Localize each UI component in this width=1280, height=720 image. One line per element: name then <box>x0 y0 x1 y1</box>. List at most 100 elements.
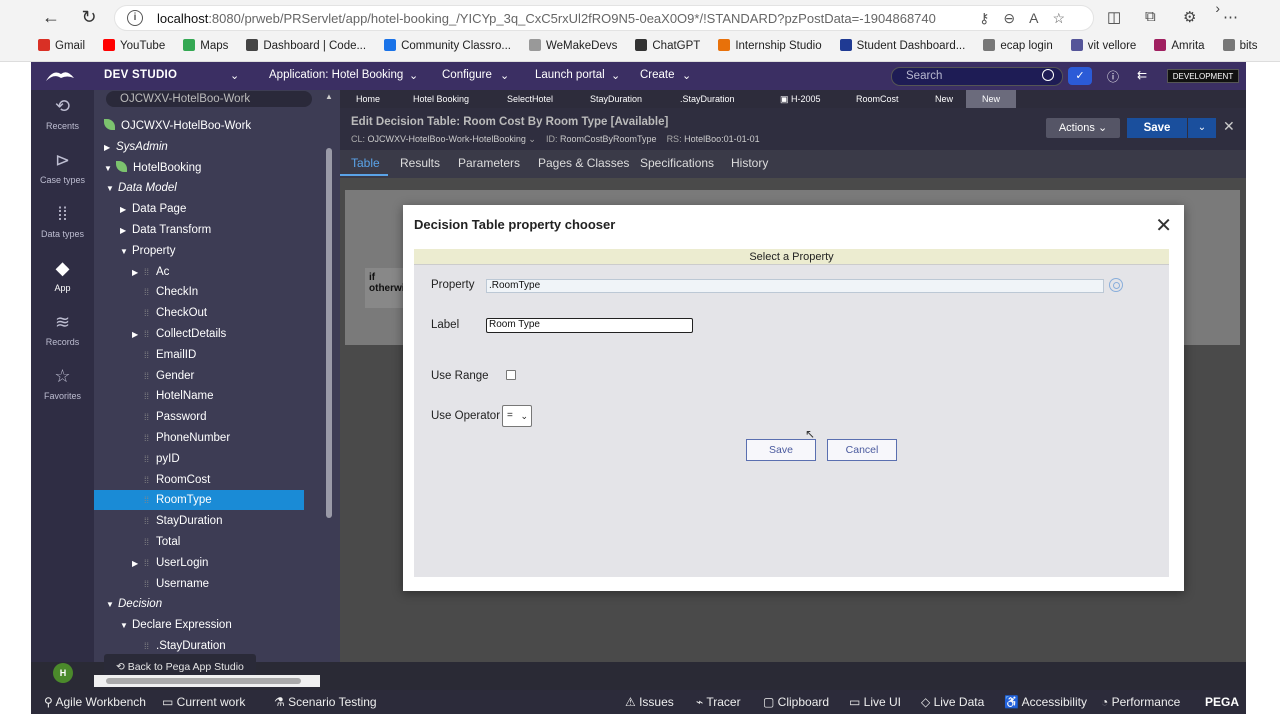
tree-node[interactable]: ⁞⁞ PhoneNumber <box>132 428 230 448</box>
bookmarks-more-icon[interactable]: › <box>1215 0 1220 16</box>
bookmark-item[interactable]: Maps <box>183 39 228 52</box>
chevron-down-icon[interactable]: ⌄ <box>409 69 418 82</box>
tree-node[interactable]: ⁞⁞ Password <box>132 407 207 427</box>
use-range-checkbox[interactable] <box>506 370 516 380</box>
launch-portal-menu[interactable]: Launch portal <box>535 69 605 81</box>
work-tab[interactable]: RoomCost <box>856 90 899 108</box>
drag-grip-icon[interactable]: ⁞⁞ <box>144 511 156 531</box>
work-tab[interactable]: .StayDuration <box>680 90 735 108</box>
tree-node[interactable]: ⁞⁞ CheckOut <box>132 303 207 323</box>
drag-grip-icon[interactable]: ⁞⁞ <box>144 574 156 594</box>
caret-right-icon[interactable]: ▶ <box>120 200 132 220</box>
work-tab[interactable]: StayDuration <box>590 90 642 108</box>
tree-node[interactable]: ▼ Property <box>120 241 175 261</box>
rail-item-data-types[interactable]: ⁞⁞ Data types <box>31 204 94 239</box>
tree-node[interactable]: ⁞⁞ .StayDuration <box>132 636 226 656</box>
drag-grip-icon[interactable]: ⁞⁞ <box>144 428 156 448</box>
drag-grip-icon[interactable]: ⁞⁞ <box>144 366 156 386</box>
configure-menu[interactable]: Configure <box>442 69 492 81</box>
caret-down-icon[interactable]: ▼ <box>106 179 118 199</box>
horizontal-scroll-thumb[interactable] <box>106 678 301 684</box>
zoom-icon[interactable]: ⊖ <box>1003 10 1029 26</box>
drag-grip-icon[interactable]: ⁞⁞ <box>144 345 156 365</box>
bookmark-item[interactable]: ecap login <box>983 39 1053 52</box>
tab-parameters[interactable]: Parameters <box>458 156 520 170</box>
search-input[interactable]: Search <box>891 67 1063 86</box>
work-tab[interactable]: ▣ H-2005 <box>780 90 821 108</box>
tree-node[interactable]: ▶ SysAdmin <box>104 137 168 157</box>
work-tab[interactable]: Hotel Booking <box>413 90 469 108</box>
rule-save-button[interactable]: Save <box>1127 118 1187 138</box>
tree-node[interactable]: ▼ Declare Expression <box>120 615 232 635</box>
tree-node[interactable]: ⁞⁞ Gender <box>132 366 194 386</box>
more-menu-icon[interactable]: ⋯ <box>1223 8 1238 26</box>
rail-item-case-types[interactable]: ⊳ Case types <box>31 150 94 185</box>
tree-node[interactable]: ▶ Data Page <box>120 199 186 219</box>
footer-current-work[interactable]: ▭ Current work <box>162 695 245 709</box>
split-screen-icon[interactable]: ◫ <box>1107 8 1121 26</box>
tab-pages-classes[interactable]: Pages & Classes <box>538 156 629 170</box>
rail-item-records[interactable]: ≋ Records <box>31 312 94 347</box>
search-icon[interactable] <box>1042 69 1054 81</box>
horizontal-scrollbar[interactable] <box>94 675 320 687</box>
caret-down-icon[interactable]: ▼ <box>104 159 116 179</box>
address-bar[interactable]: i localhost:8080/prweb/PRServlet/app/hot… <box>114 5 1094 31</box>
drag-grip-icon[interactable]: ⁞⁞ <box>144 490 156 510</box>
actions-button[interactable]: Actions ⌄ <box>1046 118 1120 138</box>
cl-value[interactable]: OJCWXV-HotelBoo-Work-HotelBooking <box>368 134 526 144</box>
property-field[interactable]: .RoomType <box>486 279 1104 293</box>
tree-node[interactable]: ⁞⁞ Total <box>132 532 180 552</box>
tree-node[interactable]: ▶ ⁞⁞ UserLogin <box>132 553 208 573</box>
caret-right-icon[interactable]: ▶ <box>132 554 144 574</box>
bookmark-item[interactable]: Gmail <box>38 39 85 52</box>
save-button[interactable]: Save <box>746 439 816 461</box>
caret-right-icon[interactable]: ▶ <box>132 325 144 345</box>
chevron-down-icon[interactable]: ⌄ <box>230 69 239 82</box>
create-menu[interactable]: Create <box>640 69 675 81</box>
bookmark-item[interactable]: ChatGPT <box>635 39 700 52</box>
cancel-button[interactable]: Cancel <box>827 439 897 461</box>
application-menu[interactable]: Application: Hotel Booking <box>269 69 403 81</box>
bookmark-item[interactable]: bits <box>1222 39 1257 52</box>
checkmark-button[interactable]: ✓ <box>1068 67 1092 85</box>
tree-node[interactable]: ▼ Data Model <box>106 178 177 198</box>
scroll-up-icon[interactable]: ▲ <box>325 92 333 101</box>
bookmark-item[interactable]: YouTube <box>103 39 165 52</box>
drag-grip-icon[interactable]: ⁞⁞ <box>144 262 156 282</box>
favorite-star-icon[interactable]: ☆ <box>1052 10 1079 26</box>
reload-icon[interactable]: ↻ <box>76 4 102 30</box>
tree-node[interactable]: ⁞⁞ RoomType <box>94 490 304 511</box>
caret-right-icon[interactable]: ▶ <box>120 221 132 241</box>
close-rule-icon[interactable]: ✕ <box>1223 118 1235 135</box>
rail-item-favorites[interactable]: ☆ Favorites <box>31 366 94 401</box>
chevron-down-icon[interactable]: ⌄ <box>611 69 620 82</box>
footer-tracer[interactable]: ⌁ Tracer <box>696 695 741 709</box>
studio-switcher[interactable]: DEV STUDIO <box>104 69 177 81</box>
save-options-chevron-icon[interactable]: ⌄ <box>1188 118 1216 138</box>
drag-grip-icon[interactable]: ⁞⁞ <box>144 282 156 302</box>
footer-live-data[interactable]: ◇ Live Data <box>921 695 984 709</box>
gear-icon[interactable] <box>1109 278 1123 292</box>
tree-node[interactable]: ⁞⁞ CheckIn <box>132 282 198 302</box>
drag-grip-icon[interactable]: ⁞⁞ <box>144 407 156 427</box>
drag-grip-icon[interactable]: ⁞⁞ <box>144 636 156 656</box>
work-tab[interactable]: Home <box>356 90 380 108</box>
tree-node[interactable]: ⁞⁞ Username <box>132 574 209 594</box>
tree-node[interactable]: ▶ Data Transform <box>120 220 211 240</box>
user-avatar[interactable]: H <box>53 663 73 683</box>
work-tab[interactable]: SelectHotel <box>507 90 553 108</box>
bookmark-item[interactable]: Internship Studio <box>718 39 822 52</box>
drag-grip-icon[interactable]: ⁞⁞ <box>144 532 156 552</box>
footer-performance[interactable]: ◔ Performance <box>1101 695 1180 709</box>
bookmark-item[interactable]: Dashboard | Code... <box>246 39 366 52</box>
tab-table[interactable]: Table <box>351 156 380 170</box>
drag-grip-icon[interactable]: ⁞⁞ <box>144 324 156 344</box>
rail-item-recents[interactable]: ⟲ Recents <box>31 96 94 131</box>
scroll-thumb[interactable] <box>326 148 332 518</box>
bookmark-item[interactable]: vit vellore <box>1070 39 1136 52</box>
tree-node[interactable]: ▶ ⁞⁞ Ac <box>132 262 169 282</box>
chevron-down-icon[interactable]: ⌄ <box>682 69 691 82</box>
drag-grip-icon[interactable]: ⁞⁞ <box>144 303 156 323</box>
work-tab[interactable]: New <box>935 90 953 108</box>
chevron-down-icon[interactable]: ⌄ <box>500 69 509 82</box>
